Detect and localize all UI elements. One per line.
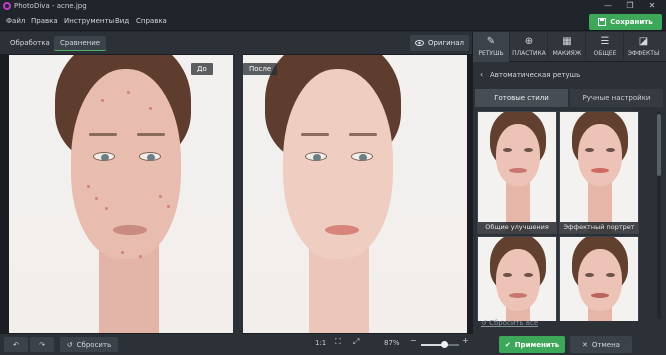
tab-makeup[interactable]: ▦ МАКИЯЖ (549, 32, 586, 62)
minimize-button[interactable]: — (598, 0, 618, 12)
undo-button[interactable]: ↶ (4, 337, 28, 352)
menu-help[interactable]: Справка (136, 17, 167, 25)
subtab-presets[interactable]: Готовые стили (475, 89, 568, 107)
back-arrow-icon[interactable]: ‹ (480, 70, 483, 79)
after-label: После (243, 63, 278, 75)
fit-screen-icon[interactable]: ⤢ (353, 337, 359, 347)
zoom-slider[interactable] (421, 341, 459, 348)
scrollbar-thumb[interactable] (657, 114, 661, 176)
redo-button[interactable]: ↷ (30, 337, 54, 352)
makeup-icon: ▦ (562, 36, 572, 47)
tab-general[interactable]: ☰ ОБЩЕЕ (587, 32, 624, 62)
fit-width-icon[interactable]: ⛶ (335, 337, 341, 347)
menu-bar: Файл Правка Инструменты Вид Справка Сохр… (0, 12, 666, 31)
close-icon: ✕ (582, 340, 588, 349)
menu-file[interactable]: Файл (6, 17, 25, 25)
compare-divider (233, 54, 243, 334)
cancel-button-label: Отмена (591, 340, 620, 349)
subtab-manual[interactable]: Ручные настройки (570, 89, 663, 107)
before-photo: До (9, 55, 233, 333)
save-button[interactable]: Сохранить (589, 14, 662, 30)
eye-icon (414, 40, 424, 46)
style-caption: Эффектный портрет (560, 222, 638, 233)
brush-icon: ✎ (486, 36, 496, 47)
zoom-in-icon[interactable]: + (462, 336, 469, 345)
sliders-icon: ☰ (600, 36, 610, 47)
style-subtabs: Готовые стили Ручные настройки (475, 89, 664, 107)
tab-compare[interactable]: Сравнение (54, 36, 107, 51)
reset-all-link[interactable]: ↺ Сбросить все (481, 319, 538, 327)
zoom-percent: 87% (384, 339, 400, 347)
tab-retouch[interactable]: ✎ РЕТУШЬ (473, 32, 510, 62)
original-button-label: Оригинал (427, 39, 465, 47)
zoom-1-1-button[interactable]: 1:1 (315, 339, 326, 347)
zoom-slider-knob[interactable] (441, 341, 449, 348)
reset-icon: ↺ (66, 340, 73, 349)
apply-button[interactable]: ✔ Применить (499, 336, 565, 353)
menu-view[interactable]: Вид (115, 17, 129, 25)
window-title: PhotoDiva - acne.jpg (14, 2, 87, 10)
zoom-out-icon[interactable]: − (410, 336, 417, 345)
reset-button-label: Сбросить (76, 340, 112, 349)
right-panel: ✎ РЕТУШЬ ⊕ ПЛАСТИКА ▦ МАКИЯЖ ☰ ОБЩЕЕ ◪ Э… (472, 32, 666, 334)
section-title: Автоматическая ретушь (490, 71, 581, 79)
redo-icon: ↷ (39, 340, 45, 349)
reset-button[interactable]: ↺ Сбросить (60, 337, 118, 352)
title-bar: PhotoDiva - acne.jpg — ❐ ✕ (0, 0, 666, 12)
app-logo-icon (3, 2, 11, 10)
original-button[interactable]: Оригинал (410, 35, 469, 51)
bottom-bar: ↶ ↷ ↺ Сбросить 1:1 ⛶ ⤢ 87% − + ✔ Примени… (0, 334, 666, 355)
apply-button-label: Применить (514, 340, 560, 349)
reset-all-icon: ↺ (481, 319, 490, 327)
tab-liquify[interactable]: ⊕ ПЛАСТИКА (511, 32, 548, 62)
undo-icon: ↶ (13, 340, 19, 349)
close-button[interactable]: ✕ (642, 0, 662, 12)
tab-effects[interactable]: ◪ ЭФФЕКТЫ (625, 32, 662, 62)
view-toolbar: Обработка Сравнение Оригинал (0, 32, 472, 54)
save-button-label: Сохранить (610, 18, 653, 26)
style-card[interactable]: Эффектный портрет (559, 111, 639, 234)
tool-tabs: ✎ РЕТУШЬ ⊕ ПЛАСТИКА ▦ МАКИЯЖ ☰ ОБЩЕЕ ◪ Э… (473, 32, 666, 62)
menu-edit[interactable]: Правка (31, 17, 58, 25)
menu-tools[interactable]: Инструменты (64, 17, 114, 25)
before-label: До (191, 63, 213, 75)
tab-processing[interactable]: Обработка (4, 36, 56, 51)
styles-scrollbar[interactable] (657, 112, 661, 319)
effects-icon: ◪ (638, 36, 649, 47)
check-icon: ✔ (504, 340, 511, 349)
section-header[interactable]: ‹ Автоматическая ретушь (473, 70, 666, 82)
style-caption: Общие улучшения (478, 222, 556, 233)
style-card[interactable] (477, 236, 557, 321)
image-canvas[interactable]: До После (0, 54, 472, 334)
style-card[interactable] (559, 236, 639, 321)
maximize-button[interactable]: ❐ (620, 0, 640, 12)
after-photo: После (243, 55, 467, 333)
style-card[interactable]: Общие улучшения (477, 111, 557, 234)
liquify-icon: ⊕ (524, 36, 534, 47)
styles-grid: Общие улучшения Эффектный портрет (477, 111, 655, 321)
save-icon (598, 18, 607, 26)
cancel-button[interactable]: ✕ Отмена (570, 336, 632, 353)
